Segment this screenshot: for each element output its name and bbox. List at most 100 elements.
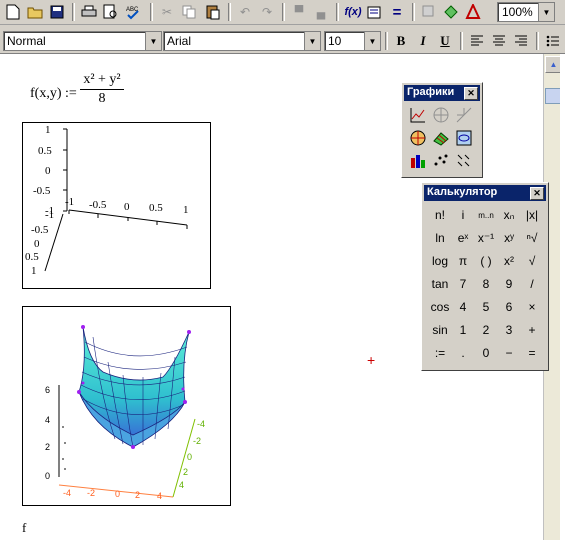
font-value: Arial: [167, 34, 192, 48]
save-icon[interactable]: [48, 3, 66, 21]
digit-6-key[interactable]: 6: [497, 297, 521, 317]
undo-icon[interactable]: ↶: [236, 3, 254, 21]
align-left-icon[interactable]: [468, 32, 486, 50]
underline-button[interactable]: U: [436, 32, 454, 50]
subscript-key[interactable]: xₙ: [497, 205, 521, 225]
log-key[interactable]: log: [428, 251, 452, 271]
cos-key[interactable]: cos: [428, 297, 452, 317]
component-icon[interactable]: [420, 3, 438, 21]
y-tick-label: 0.5: [25, 251, 39, 263]
absolute-value-key[interactable]: |x|: [520, 205, 544, 225]
insert-unit-icon[interactable]: [366, 3, 384, 21]
calculator-palette-titlebar[interactable]: Калькулятор ✕: [424, 185, 546, 201]
separator: [460, 32, 463, 50]
imaginary-unit-key[interactable]: i: [451, 205, 475, 225]
power-key[interactable]: xʸ: [497, 228, 521, 248]
chevron-down-icon[interactable]: ▼: [538, 3, 554, 21]
pi-key[interactable]: π: [451, 251, 475, 271]
nth-root-key[interactable]: ⁿ√: [520, 228, 544, 248]
polar-graph-icon[interactable]: [408, 128, 428, 148]
chevron-down-icon[interactable]: ▼: [145, 32, 161, 50]
y-tick-label: 1: [31, 265, 37, 277]
open-folder-icon[interactable]: [26, 3, 44, 21]
surface-plot[interactable]: 6 4 2 0 -4 -2 0 2 4 -4 -2 0 2 4: [22, 306, 231, 506]
x-tick-label: 0.5: [149, 202, 163, 214]
paste-icon[interactable]: [204, 3, 222, 21]
resource-center-icon[interactable]: [442, 3, 460, 21]
worksheet-f-text[interactable]: f: [22, 520, 26, 536]
z-tick-label: 4: [45, 415, 50, 425]
standard-toolbar: ABC ✂ ↶ ↷ ▀ ▄ f(x) = 100% ▼: [0, 0, 565, 25]
zoom-select[interactable]: 100% ▼: [497, 2, 555, 22]
digit-7-key[interactable]: 7: [451, 274, 475, 294]
parentheses-key[interactable]: ( ): [474, 251, 498, 271]
range-variable-key[interactable]: m..n: [474, 205, 498, 225]
digit-1-key[interactable]: 1: [451, 320, 475, 340]
copy-icon[interactable]: [180, 3, 198, 21]
cut-icon[interactable]: ✂: [158, 3, 176, 21]
z-tick-label: 0: [45, 471, 50, 481]
zoom-icon[interactable]: [454, 105, 474, 125]
italic-button[interactable]: I: [414, 32, 432, 50]
align-center-icon[interactable]: [490, 32, 508, 50]
math-toolbar-icon[interactable]: [464, 3, 482, 21]
3d-bar-plot-icon[interactable]: [408, 151, 428, 171]
divide-key[interactable]: /: [520, 274, 544, 294]
font-select[interactable]: Arial ▼: [163, 31, 321, 51]
xy-plot-icon[interactable]: [408, 105, 428, 125]
close-icon[interactable]: ✕: [464, 87, 478, 100]
align-right-icon[interactable]: [512, 32, 530, 50]
inverse-key[interactable]: x⁻¹: [474, 228, 498, 248]
digit-5-key[interactable]: 5: [474, 297, 498, 317]
y-tick-label: 0: [187, 452, 192, 462]
bold-button[interactable]: B: [392, 32, 410, 50]
multiply-key[interactable]: ×: [520, 297, 544, 317]
scatter-plot-icon[interactable]: [431, 151, 451, 171]
exponential-key[interactable]: eˣ: [451, 228, 475, 248]
separator: [336, 3, 339, 21]
graphs-palette-titlebar[interactable]: Графики ✕: [404, 85, 480, 101]
digit-0-key[interactable]: 0: [474, 343, 498, 363]
digit-2-key[interactable]: 2: [474, 320, 498, 340]
square-key[interactable]: x²: [497, 251, 521, 271]
z-tick-label: 6: [45, 385, 50, 395]
bullet-list-icon[interactable]: [544, 32, 562, 50]
digit-3-key[interactable]: 3: [497, 320, 521, 340]
print-preview-icon[interactable]: [102, 3, 120, 21]
polar-plot-icon[interactable]: [431, 105, 451, 125]
square-root-key[interactable]: √: [520, 251, 544, 271]
minus-key[interactable]: −: [497, 343, 521, 363]
close-icon[interactable]: ✕: [530, 187, 544, 200]
align-bottom-icon[interactable]: ▄: [312, 3, 330, 21]
align-top-icon[interactable]: ▀: [290, 3, 308, 21]
font-size-select[interactable]: 10 ▼: [324, 31, 381, 51]
style-value: Normal: [7, 34, 46, 48]
chevron-down-icon[interactable]: ▼: [364, 32, 380, 50]
sin-key[interactable]: sin: [428, 320, 452, 340]
define-key[interactable]: :=: [428, 343, 452, 363]
spell-check-icon[interactable]: ABC: [124, 3, 142, 21]
vector-field-icon[interactable]: [454, 151, 474, 171]
contour-plot-icon[interactable]: [454, 128, 474, 148]
digit-9-key[interactable]: 9: [497, 274, 521, 294]
insert-function-button[interactable]: f(x): [344, 3, 362, 21]
surface-plot-icon[interactable]: [431, 128, 451, 148]
x-tick-label: -1: [65, 196, 74, 208]
calculate-button[interactable]: =: [388, 3, 406, 21]
factorial-key[interactable]: n!: [428, 205, 452, 225]
new-document-icon[interactable]: [4, 3, 22, 21]
digit-4-key[interactable]: 4: [451, 297, 475, 317]
evaluate-key[interactable]: =: [520, 343, 544, 363]
x-tick-label: -2: [87, 488, 95, 498]
empty-3d-plot[interactable]: 1 0.5 0 -0.5 -1 -1 -0.5 0 0.5 1 -1 -0.5 …: [22, 122, 211, 289]
separator: [385, 32, 388, 50]
tan-key[interactable]: tan: [428, 274, 452, 294]
plus-key[interactable]: +: [520, 320, 544, 340]
style-select[interactable]: Normal ▼: [3, 31, 162, 51]
digit-8-key[interactable]: 8: [474, 274, 498, 294]
decimal-point-key[interactable]: .: [451, 343, 475, 363]
natural-log-key[interactable]: ln: [428, 228, 452, 248]
chevron-down-icon[interactable]: ▼: [304, 32, 320, 50]
redo-icon[interactable]: ↷: [258, 3, 276, 21]
print-icon[interactable]: [80, 3, 98, 21]
